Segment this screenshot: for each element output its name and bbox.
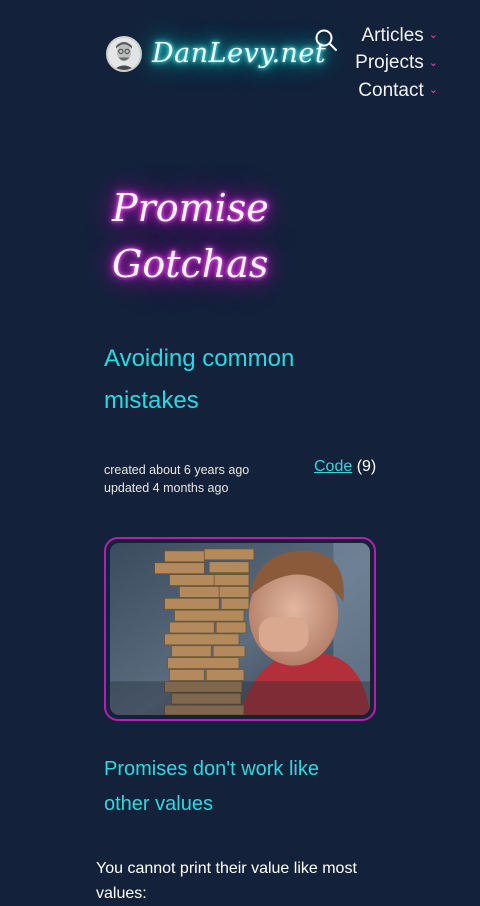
nav-item-label: Contact	[358, 79, 424, 101]
paragraph: You cannot print their value like most v…	[96, 860, 357, 902]
nav-item-label: Projects	[355, 52, 424, 74]
nav-item-articles[interactable]: Articles ⌄	[355, 22, 438, 49]
created-date: created about 6 years ago	[104, 463, 250, 477]
avatar[interactable]	[106, 36, 142, 72]
chevron-down-icon: ⌄	[428, 84, 438, 97]
updated-date: updated 4 months ago	[104, 481, 229, 495]
search-icon[interactable]	[314, 28, 338, 52]
page-title-line: Promise	[112, 186, 269, 230]
chevron-down-icon: ⌄	[428, 56, 438, 69]
hero-image	[110, 543, 370, 715]
hero-image-frame	[104, 537, 376, 721]
nav-item-label: Articles	[361, 25, 424, 46]
article-dates: created about 6 years ago updated 4 mont…	[104, 461, 249, 497]
article-subtitle: Avoiding common mistakes	[104, 345, 295, 414]
main-nav: Articles ⌄ Projects ⌄ Contact ⌄	[355, 22, 438, 104]
page-title-line: Gotchas	[112, 242, 269, 286]
nav-item-projects[interactable]: Projects ⌄	[355, 49, 438, 76]
category-tag: Code (9)	[314, 458, 376, 476]
category-count: (9)	[356, 458, 377, 475]
site-title[interactable]: DanLevy.net	[152, 38, 326, 69]
section-heading: Promises don't work like other values	[104, 758, 319, 815]
nav-item-contact[interactable]: Contact ⌄	[355, 77, 438, 104]
page-title: Promise Gotchas	[112, 180, 372, 292]
site-header: DanLevy.net Articles ⌄ Projects ⌄ Contact ⌄	[0, 0, 480, 120]
chevron-down-icon: ⌄	[428, 29, 438, 42]
avatar-face-icon	[108, 38, 140, 70]
category-link[interactable]: Code	[314, 458, 352, 475]
